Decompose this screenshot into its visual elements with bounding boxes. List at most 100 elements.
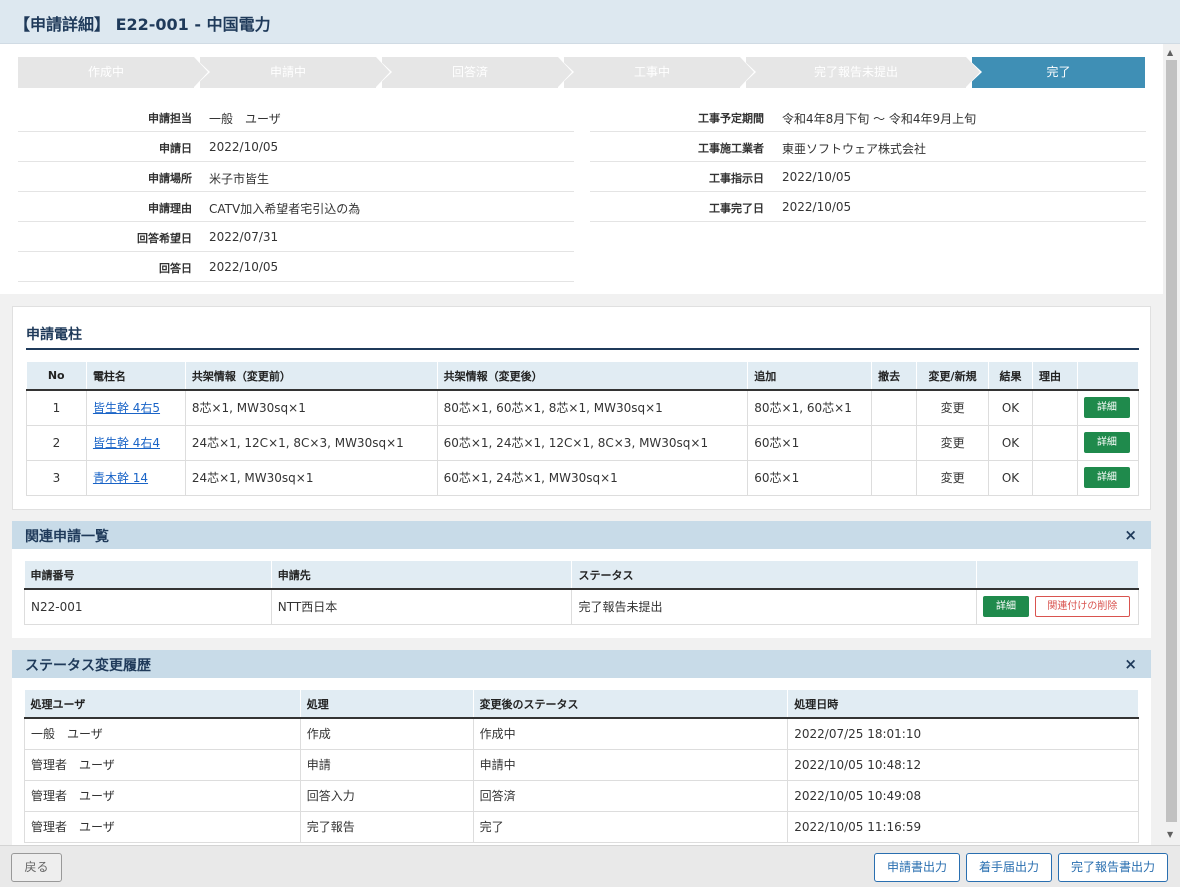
info-label: 工事指示日: [709, 172, 764, 185]
related-table: 申請番号 申請先 ステータス N22-001 NTT西日本 完了報告未提出 詳細…: [24, 561, 1139, 625]
step-drafting: 作成中: [18, 57, 210, 88]
cell-before: 24芯×1, MW30sq×1: [184, 459, 438, 496]
col-header: 共架情報（変更前）: [185, 362, 438, 391]
collapse-icon[interactable]: ×: [1124, 526, 1137, 544]
table-row: 管理者 ユーザ 回答入力 回答済 2022/10/05 10:49:08: [24, 779, 1139, 812]
step-label: 完了報告未提出: [813, 65, 898, 79]
cell-app-no: N22-001: [24, 588, 272, 625]
cell-user: 管理者 ユーザ: [24, 779, 301, 812]
cell-action: 回答入力: [299, 779, 474, 812]
step-construction: 工事中: [564, 57, 756, 88]
cell-action: 完了報告: [299, 810, 474, 843]
cell-action: 申請: [299, 748, 474, 781]
info-label: 申請日: [159, 142, 192, 155]
col-header: No: [26, 362, 87, 391]
col-header: 変更後のステータス: [473, 690, 789, 719]
table-row: 2 皆生幹 4右4 24芯×1, 12C×1, 8C×3, MW30sq×1 6…: [26, 424, 1140, 461]
info-row: 申請理由 CATV加入希望者宅引込の為: [18, 192, 574, 222]
info-value: CATV加入希望者宅引込の為: [209, 202, 361, 216]
pole-name-link[interactable]: 皆生幹 4右4: [93, 436, 160, 450]
cell-result: OK: [988, 389, 1033, 426]
info-value: 2022/07/31: [209, 230, 279, 244]
detail-button[interactable]: 詳細: [1083, 397, 1130, 419]
collapse-icon[interactable]: ×: [1124, 655, 1137, 673]
export-completion-report-button[interactable]: 完了報告書出力: [1058, 853, 1168, 882]
info-row: 工事指示日 2022/10/05: [590, 162, 1146, 192]
history-section-body: 処理ユーザ 処理 変更後のステータス 処理日時 一般 ユーザ 作成 作成中 20…: [12, 678, 1151, 845]
history-section-header[interactable]: ステータス変更履歴 ×: [12, 650, 1151, 678]
table-row: 一般 ユーザ 作成 作成中 2022/07/25 18:01:10: [24, 717, 1139, 750]
step-label: 回答済: [451, 65, 488, 79]
col-header: 撤去: [871, 362, 918, 391]
cell-result: OK: [988, 424, 1033, 461]
title-bar: 【申請詳細】 E22-001 - 中国電力: [0, 0, 1180, 44]
cell-add: 60芯×1: [747, 459, 873, 496]
info-label: 申請理由: [148, 202, 192, 215]
poles-card: 申請電柱 No 電柱名 共架情報（変更前） 共架情報（変更後） 追加 撤去 変更…: [12, 306, 1151, 510]
detail-button[interactable]: 詳細: [983, 596, 1030, 618]
info-label: 工事施工業者: [698, 142, 764, 155]
cell-before: 8芯×1, MW30sq×1: [184, 389, 438, 426]
cell-reason: [1031, 459, 1078, 496]
cell-status: 完了: [472, 810, 789, 843]
col-header: 共架情報（変更後）: [437, 362, 749, 391]
vertical-scrollbar[interactable]: ▲ ▼: [1163, 44, 1180, 845]
info-label: 申請担当: [148, 112, 192, 125]
cell-reason: [1031, 424, 1078, 461]
related-section-body: 申請番号 申請先 ステータス N22-001 NTT西日本 完了報告未提出 詳細…: [12, 549, 1151, 638]
info-value: 令和4年8月下旬 ～ 令和4年9月上旬: [782, 112, 977, 126]
export-start-notice-button[interactable]: 着手届出力: [966, 853, 1052, 882]
scroll-up-arrow-icon[interactable]: ▲: [1167, 48, 1173, 57]
scroll-down-arrow-icon[interactable]: ▼: [1167, 830, 1173, 839]
export-application-button[interactable]: 申請書出力: [874, 853, 960, 882]
cell-no: 1: [26, 389, 87, 426]
cell-type: 変更: [916, 459, 990, 496]
detail-button[interactable]: 詳細: [1083, 432, 1130, 453]
cell-after: 60芯×1, 24芯×1, MW30sq×1: [436, 459, 749, 496]
info-row: 申請日 2022/10/05: [18, 132, 574, 162]
step-label: 工事中: [633, 65, 670, 79]
cell-add: 60芯×1: [747, 424, 873, 461]
pole-name-link[interactable]: 皆生幹 4右5: [93, 401, 160, 415]
poles-title: 申請電柱: [26, 327, 82, 343]
step-label: 作成中: [87, 65, 124, 79]
cell-date: 2022/07/25 18:01:10: [787, 717, 1139, 750]
col-header: ステータス: [571, 561, 978, 590]
info-row: 申請担当 一般 ユーザ: [18, 102, 574, 132]
cell-dest: NTT西日本: [270, 588, 573, 625]
step-label: 申請中: [269, 65, 306, 79]
table-row: 1 皆生幹 4右5 8芯×1, MW30sq×1 80芯×1, 60芯×1, 8…: [26, 389, 1140, 426]
step-answered: 回答済: [382, 57, 574, 88]
history-title: ステータス変更履歴: [25, 658, 151, 674]
unlink-button[interactable]: 関連付けの削除: [1034, 596, 1130, 618]
info-value: 2022/10/05: [209, 260, 279, 274]
footer-bar: 戻る 申請書出力 着手届出力 完了報告書出力: [0, 845, 1180, 887]
table-row: 3 青木幹 14 24芯×1, MW30sq×1 60芯×1, 24芯×1, M…: [26, 459, 1140, 496]
back-button[interactable]: 戻る: [11, 853, 62, 882]
col-header: 理由: [1032, 362, 1078, 391]
cell-result: OK: [988, 459, 1033, 496]
info-label: 回答日: [159, 262, 192, 275]
cell-status: 回答済: [472, 779, 789, 812]
info-value: 東亜ソフトウェア株式会社: [782, 142, 927, 156]
info-label: 回答希望日: [137, 232, 192, 245]
pole-name-link[interactable]: 青木幹 14: [93, 471, 148, 485]
cell-date: 2022/10/05 10:48:12: [787, 748, 1139, 781]
col-header: [1077, 362, 1140, 391]
info-value: 2022/10/05: [782, 200, 852, 214]
col-header: 申請番号: [24, 561, 272, 590]
info-row: 工事完了日 2022/10/05: [590, 192, 1146, 222]
col-header: 電柱名: [86, 362, 186, 391]
info-value: 2022/10/05: [782, 170, 852, 184]
info-value: 2022/10/05: [209, 140, 279, 154]
step-complete: 完了: [972, 57, 1145, 88]
related-section-header[interactable]: 関連申請一覧 ×: [12, 521, 1151, 549]
scrollbar-thumb[interactable]: [1166, 60, 1177, 822]
cell-no: 2: [26, 424, 87, 461]
main-scroll-area: 作成中 申請中 回答済 工事中 完了報告未提出 完了 申請担当 一般 ユーザ 申請…: [0, 44, 1163, 845]
cell-status: 完了報告未提出: [571, 588, 978, 625]
info-row: 申請場所 米子市皆生: [18, 162, 574, 192]
detail-button[interactable]: 詳細: [1083, 467, 1130, 488]
cell-no: 3: [26, 459, 87, 496]
summary-card: 作成中 申請中 回答済 工事中 完了報告未提出 完了 申請担当 一般 ユーザ 申請…: [0, 44, 1163, 294]
